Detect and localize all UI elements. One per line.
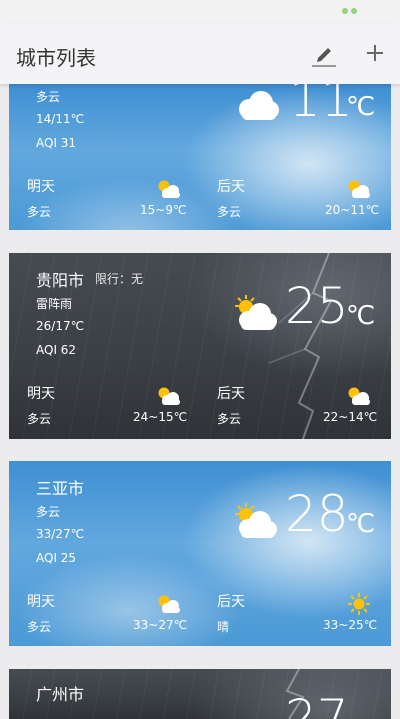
tomorrow-label: 明天 bbox=[27, 594, 55, 610]
tomorrow-range: 24~15℃ bbox=[133, 410, 188, 424]
tomorrow-range: 15~9℃ bbox=[140, 203, 187, 217]
sun-icon bbox=[348, 593, 370, 615]
after-tomorrow-condition: 晴 bbox=[217, 620, 230, 634]
partly-cloudy-icon bbox=[158, 180, 180, 198]
partly-cloudy-icon bbox=[348, 180, 370, 198]
city-name: 三亚市 bbox=[36, 479, 85, 498]
after-tomorrow-range: 22~14℃ bbox=[323, 410, 378, 424]
today-temp-range: 26/17℃ bbox=[36, 319, 85, 333]
temperature-unit: ℃ bbox=[346, 509, 376, 539]
partly-cloudy-icon bbox=[158, 387, 180, 405]
city-card[interactable]: 广州市 27 bbox=[9, 669, 391, 719]
after-tomorrow-range: 20~11℃ bbox=[325, 203, 380, 217]
plus-icon bbox=[367, 45, 383, 61]
tomorrow-range: 33~27℃ bbox=[133, 618, 188, 632]
tomorrow-condition: 多云 bbox=[27, 620, 52, 634]
edit-button[interactable] bbox=[308, 38, 340, 70]
city-card[interactable]: 多云 14/11℃ AQI 31 11 ℃ 明天 多云 15~9℃ 后天 多云 … bbox=[9, 84, 391, 230]
tomorrow-label: 明天 bbox=[27, 179, 55, 195]
partly-cloudy-icon bbox=[235, 503, 277, 538]
current-condition: 多云 bbox=[36, 505, 61, 519]
city-name: 广州市 bbox=[36, 685, 85, 704]
city-card[interactable]: 贵阳市 限行：无 雷阵雨 26/17℃ AQI 62 25 ℃ 明天 多云 24… bbox=[9, 253, 391, 439]
after-tomorrow-label: 后天 bbox=[217, 179, 245, 195]
after-tomorrow-condition: 多云 bbox=[217, 412, 242, 426]
status-bar bbox=[0, 0, 400, 24]
traffic-limit: 限行：无 bbox=[95, 272, 144, 286]
temperature-unit: ℃ bbox=[346, 301, 376, 331]
aqi-value: AQI 62 bbox=[36, 343, 77, 357]
aqi-value: AQI 25 bbox=[36, 551, 77, 565]
city-card[interactable]: 三亚市 多云 33/27℃ AQI 25 28 ℃ 明天 多云 33~27℃ 后… bbox=[9, 461, 391, 646]
partly-cloudy-icon bbox=[158, 595, 180, 613]
current-temperature: 28 bbox=[285, 485, 349, 543]
after-tomorrow-condition: 多云 bbox=[217, 205, 242, 219]
cloud-icon bbox=[239, 91, 279, 120]
current-condition: 多云 bbox=[36, 90, 61, 104]
partly-cloudy-icon bbox=[348, 387, 370, 405]
current-temperature: 25 bbox=[285, 277, 349, 335]
edit-pencil-icon bbox=[312, 48, 336, 67]
tomorrow-condition: 多云 bbox=[27, 205, 52, 219]
tomorrow-condition: 多云 bbox=[27, 412, 52, 426]
today-temp-range: 33/27℃ bbox=[36, 527, 85, 541]
page-title: 城市列表 bbox=[16, 46, 96, 70]
current-condition: 雷阵雨 bbox=[36, 297, 73, 311]
today-temp-range: 14/11℃ bbox=[36, 112, 85, 126]
partly-cloudy-icon bbox=[235, 295, 277, 330]
after-tomorrow-label: 后天 bbox=[217, 386, 245, 402]
tomorrow-label: 明天 bbox=[27, 386, 55, 402]
status-indicator-icon bbox=[342, 8, 360, 16]
city-name: 贵阳市 bbox=[36, 271, 85, 290]
app-header: 城市列表 bbox=[0, 24, 400, 84]
after-tomorrow-range: 33~25℃ bbox=[323, 618, 378, 632]
current-temperature: 11 bbox=[289, 84, 353, 128]
current-temperature: 27 bbox=[285, 689, 349, 719]
temperature-unit: ℃ bbox=[346, 92, 376, 122]
after-tomorrow-label: 后天 bbox=[217, 594, 245, 610]
aqi-value: AQI 31 bbox=[36, 136, 77, 150]
add-city-button[interactable] bbox=[360, 38, 390, 70]
